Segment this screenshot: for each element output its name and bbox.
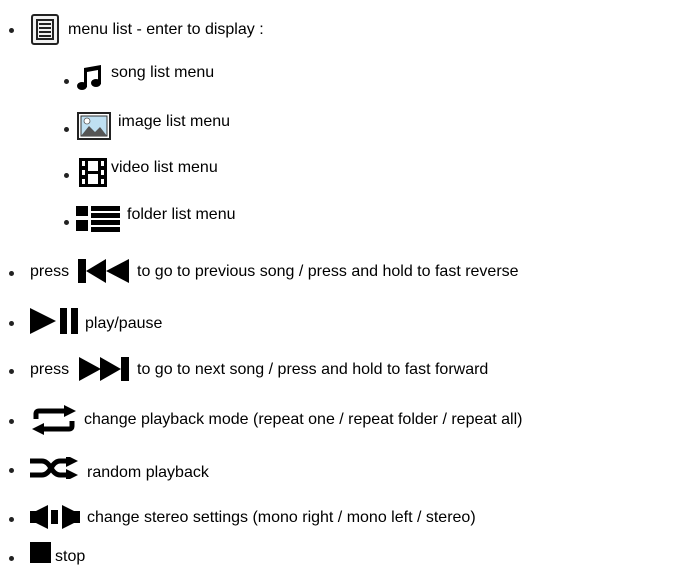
bullet <box>9 369 14 374</box>
bullet <box>64 173 69 178</box>
item-text: to go to next song / press and hold to f… <box>137 361 489 378</box>
item-text: image list menu <box>118 113 231 130</box>
bullet <box>9 517 14 522</box>
folder-list-icon <box>76 205 120 233</box>
repeat-icon <box>30 405 78 435</box>
song-note-icon <box>76 65 103 91</box>
item-text: stop <box>55 548 86 565</box>
bullet <box>64 127 69 132</box>
item-text: random playback <box>87 464 209 481</box>
bullet <box>64 220 69 225</box>
item-text: song list menu <box>111 64 215 81</box>
play-pause-icon <box>30 308 80 334</box>
item-text: folder list menu <box>127 206 236 223</box>
stereo-icon <box>30 505 80 529</box>
bullet <box>9 419 14 424</box>
stop-icon <box>30 542 51 563</box>
next-track-icon <box>79 357 129 381</box>
bullet <box>9 28 14 33</box>
film-icon <box>79 158 107 187</box>
bullet <box>64 79 69 84</box>
bullet <box>9 271 14 276</box>
bullet <box>9 556 14 561</box>
item-text: menu list - enter to display : <box>68 21 264 38</box>
item-text: change playback mode (repeat one / repea… <box>84 411 523 428</box>
menu-list-icon <box>31 14 59 45</box>
bullet <box>9 321 14 326</box>
shuffle-icon <box>30 457 80 479</box>
bullet <box>9 468 14 473</box>
item-text: video list menu <box>111 159 218 176</box>
item-prefix: press <box>30 361 70 378</box>
item-prefix: press <box>30 263 70 280</box>
item-text: play/pause <box>85 315 163 332</box>
image-icon <box>77 112 111 140</box>
previous-track-icon <box>78 259 129 283</box>
item-text: to go to previous song / press and hold … <box>137 263 519 280</box>
item-text: change stereo settings (mono right / mon… <box>87 509 476 526</box>
